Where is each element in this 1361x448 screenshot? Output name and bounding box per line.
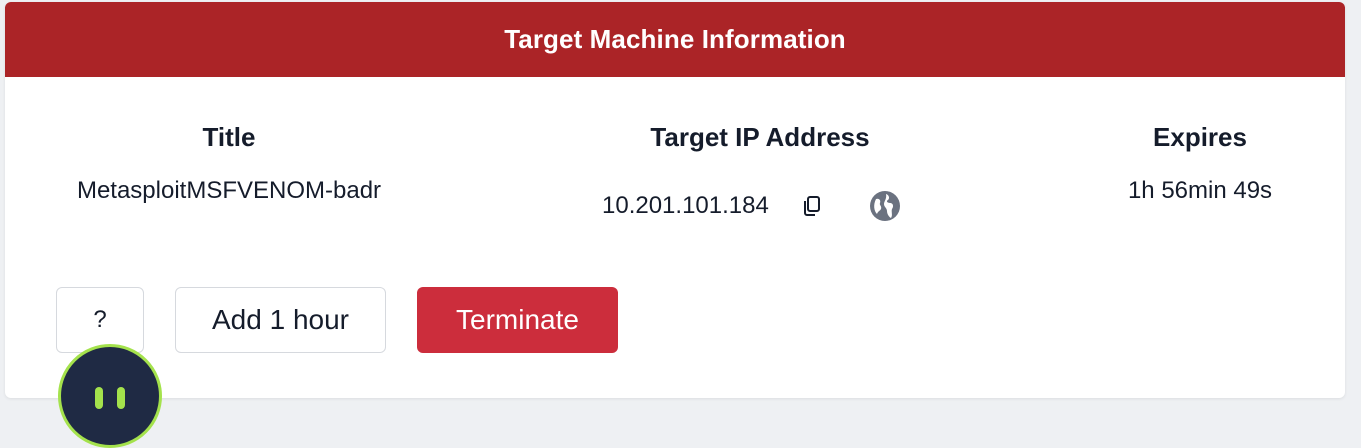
- floating-action-button[interactable]: [58, 344, 162, 448]
- title-heading: Title: [202, 122, 256, 152]
- expires-heading: Expires: [1153, 122, 1247, 152]
- ip-address-value[interactable]: 10.201.101.184: [602, 192, 769, 220]
- globe-icon[interactable]: [869, 190, 901, 222]
- ip-column: Target IP Address: [560, 122, 960, 153]
- title-column: Title MetasploitMSFVENOM-badr: [34, 122, 424, 205]
- help-button[interactable]: ?: [56, 287, 144, 353]
- terminate-button[interactable]: Terminate: [417, 287, 618, 353]
- expires-value: 1h 56min 49s: [1127, 177, 1273, 204]
- copy-icon[interactable]: [799, 193, 825, 219]
- panel-title: Target Machine Information: [504, 24, 846, 54]
- machine-title-value: MetasploitMSFVENOM-badr: [76, 177, 382, 204]
- ip-heading: Target IP Address: [650, 122, 870, 152]
- expires-column: Expires 1h 56min 49s: [1060, 122, 1340, 205]
- ip-value-row: 10.201.101.184: [602, 186, 901, 226]
- panel-header: Target Machine Information: [5, 2, 1345, 77]
- add-hour-button[interactable]: Add 1 hour: [175, 287, 386, 353]
